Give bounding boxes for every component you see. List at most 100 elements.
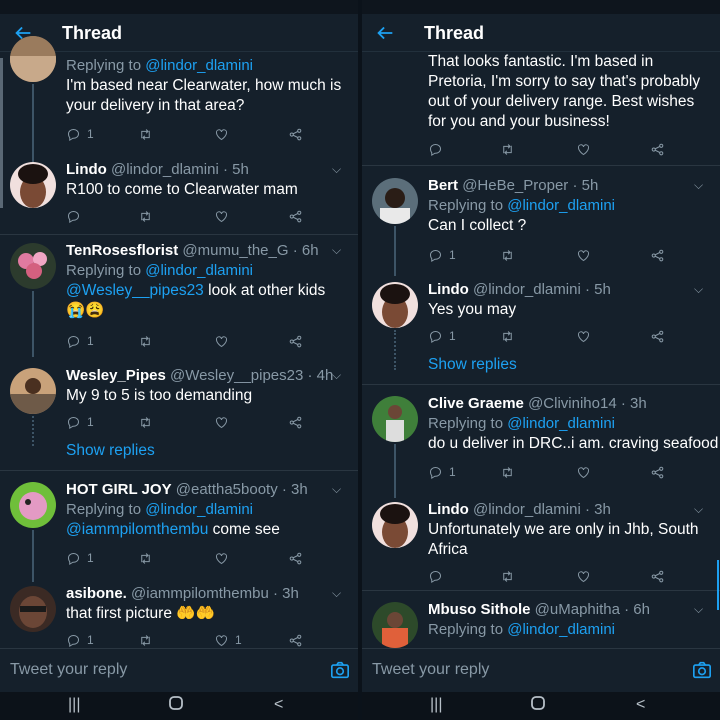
- retweet-button[interactable]: [138, 550, 153, 566]
- back-arrow-icon[interactable]: [374, 22, 396, 44]
- avatar[interactable]: [372, 396, 418, 442]
- tweet[interactable]: Clive Graeme @Cliviniho14 · 3h Replying …: [362, 388, 720, 498]
- reply-composer[interactable]: Tweet your reply: [0, 648, 358, 692]
- retweet-button[interactable]: [500, 568, 515, 584]
- tweet[interactable]: Replying to @lindor_dlamini I'm based ne…: [0, 36, 358, 174]
- chevron-down-icon[interactable]: ⌵: [694, 178, 706, 192]
- like-button[interactable]: 1: [214, 632, 242, 648]
- camera-icon[interactable]: [330, 661, 350, 679]
- like-button[interactable]: [576, 328, 591, 344]
- mention-link[interactable]: @lindor_dlamini: [507, 415, 615, 432]
- author-name[interactable]: Mbuso Sithole: [428, 601, 531, 618]
- home-icon[interactable]: [530, 695, 546, 716]
- mention-link[interactable]: @lindor_dlamini: [145, 501, 253, 518]
- tweet[interactable]: Lindo @lindor_dlamini · 5h R100 to come …: [0, 152, 358, 235]
- reply-button[interactable]: [66, 208, 81, 224]
- recents-icon[interactable]: |||: [68, 696, 80, 714]
- tweet[interactable]: asibone. @iammpilomthembu · 3h that firs…: [0, 580, 358, 648]
- reply-button[interactable]: 1: [66, 126, 94, 142]
- retweet-button[interactable]: [500, 464, 515, 480]
- share-button[interactable]: [288, 126, 303, 142]
- like-button[interactable]: [214, 333, 229, 349]
- back-nav-icon[interactable]: <: [636, 696, 645, 714]
- retweet-button[interactable]: [138, 126, 153, 142]
- chevron-down-icon[interactable]: ⌵: [332, 162, 344, 176]
- author-name[interactable]: Wesley_Pipes: [66, 367, 166, 384]
- share-button[interactable]: [650, 328, 665, 344]
- tweet[interactable]: Bert @HeBe_Proper · 5h Replying to @lind…: [362, 170, 720, 276]
- avatar[interactable]: [372, 502, 418, 548]
- tweet[interactable]: Mbuso Sithole @uMaphitha · 6h Replying t…: [362, 594, 720, 648]
- reply-input[interactable]: Tweet your reply: [10, 661, 127, 679]
- avatar[interactable]: [10, 586, 56, 632]
- author-name[interactable]: HOT GIRL JOY: [66, 481, 172, 498]
- reply-button[interactable]: 1: [66, 632, 94, 648]
- avatar[interactable]: [372, 602, 418, 648]
- mention-link[interactable]: @lindor_dlamini: [507, 197, 615, 214]
- mention-link[interactable]: @Wesley__pipes23: [66, 282, 204, 299]
- tweet[interactable]: Wesley_Pipes @Wesley__pipes23 · 4h My 9 …: [0, 360, 358, 471]
- avatar[interactable]: [10, 162, 56, 208]
- reply-button[interactable]: [428, 568, 443, 584]
- share-button[interactable]: [650, 141, 665, 157]
- tweet[interactable]: That looks fantastic. I'm based in Preto…: [362, 52, 720, 166]
- retweet-button[interactable]: [500, 247, 515, 263]
- share-button[interactable]: [650, 568, 665, 584]
- chevron-down-icon[interactable]: ⌵: [694, 502, 706, 516]
- tweet[interactable]: Lindo @lindor_dlamini · 3h Unfortunately…: [362, 494, 720, 591]
- avatar[interactable]: [372, 282, 418, 328]
- author-name[interactable]: Lindo: [66, 161, 107, 178]
- retweet-button[interactable]: [138, 632, 153, 648]
- reply-button[interactable]: 1: [66, 414, 94, 430]
- author-name[interactable]: asibone.: [66, 585, 127, 602]
- retweet-button[interactable]: [138, 333, 153, 349]
- like-button[interactable]: [576, 141, 591, 157]
- like-button[interactable]: [214, 550, 229, 566]
- share-button[interactable]: [288, 632, 303, 648]
- like-button[interactable]: [576, 568, 591, 584]
- home-icon[interactable]: [168, 695, 184, 716]
- back-nav-icon[interactable]: <: [274, 696, 283, 714]
- share-button[interactable]: [650, 464, 665, 480]
- reply-input[interactable]: Tweet your reply: [372, 661, 489, 679]
- reply-button[interactable]: 1: [428, 464, 456, 480]
- chevron-down-icon[interactable]: ⌵: [332, 368, 344, 382]
- chevron-down-icon[interactable]: ⌵: [694, 602, 706, 616]
- retweet-button[interactable]: [138, 208, 153, 224]
- camera-icon[interactable]: [692, 661, 712, 679]
- avatar[interactable]: [10, 36, 56, 82]
- author-name[interactable]: Bert: [428, 177, 458, 194]
- share-button[interactable]: [288, 208, 303, 224]
- mention-link[interactable]: @lindor_dlamini: [145, 57, 253, 74]
- like-button[interactable]: [214, 414, 229, 430]
- retweet-button[interactable]: [138, 414, 153, 430]
- author-name[interactable]: Clive Graeme: [428, 395, 524, 412]
- recents-icon[interactable]: |||: [430, 696, 442, 714]
- author-name[interactable]: TenRosesflorist: [66, 242, 178, 259]
- share-button[interactable]: [288, 414, 303, 430]
- chevron-down-icon[interactable]: ⌵: [694, 282, 706, 296]
- avatar[interactable]: [10, 243, 56, 289]
- like-button[interactable]: [576, 247, 591, 263]
- reply-button[interactable]: 1: [428, 247, 456, 263]
- share-button[interactable]: [288, 550, 303, 566]
- mention-link[interactable]: @lindor_dlamini: [145, 262, 253, 279]
- mention-link[interactable]: @lindor_dlamini: [507, 621, 615, 638]
- like-button[interactable]: [214, 126, 229, 142]
- reply-button[interactable]: [428, 141, 443, 157]
- like-button[interactable]: [214, 208, 229, 224]
- show-replies-link[interactable]: Show replies: [428, 356, 517, 374]
- like-button[interactable]: [576, 464, 591, 480]
- retweet-button[interactable]: [500, 328, 515, 344]
- share-button[interactable]: [288, 333, 303, 349]
- chevron-down-icon[interactable]: ⌵: [332, 243, 344, 257]
- share-button[interactable]: [650, 247, 665, 263]
- tweet[interactable]: Lindo @lindor_dlamini · 5h Yes you may ⌵…: [362, 274, 720, 385]
- tweet[interactable]: TenRosesflorist @mumu_the_G · 6h Replyin…: [0, 235, 358, 357]
- reply-composer[interactable]: Tweet your reply: [362, 648, 720, 692]
- reply-button[interactable]: 1: [428, 328, 456, 344]
- retweet-button[interactable]: [500, 141, 515, 157]
- author-name[interactable]: Lindo: [428, 281, 469, 298]
- avatar[interactable]: [372, 178, 418, 224]
- show-replies-link[interactable]: Show replies: [66, 442, 155, 460]
